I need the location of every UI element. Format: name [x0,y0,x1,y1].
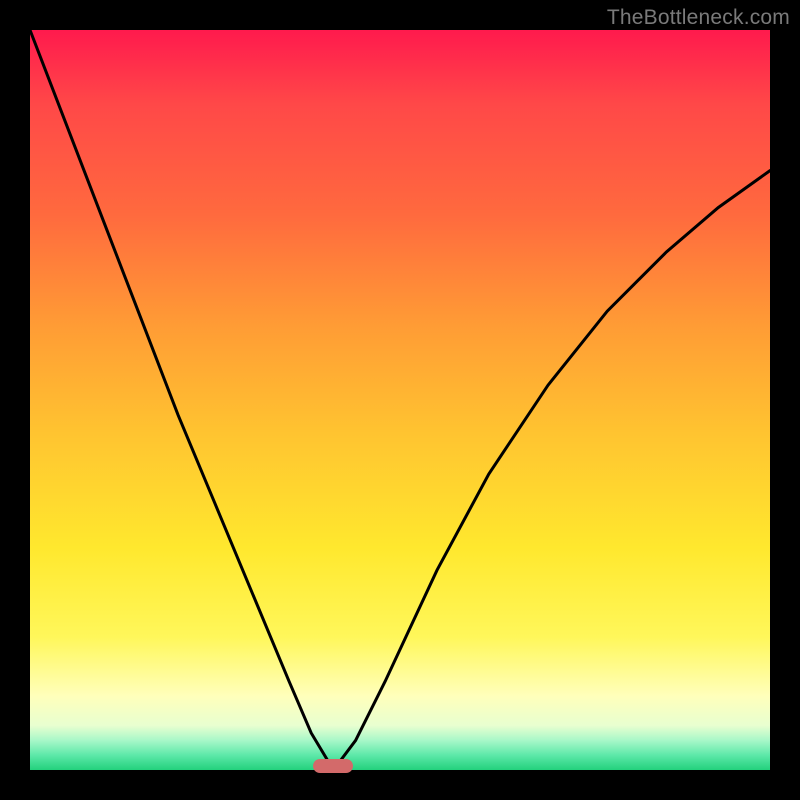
watermark-text: TheBottleneck.com [607,6,790,30]
curve-path [30,30,770,770]
chart-frame: TheBottleneck.com [0,0,800,800]
optimum-marker [313,759,353,773]
chart-plot-area [30,30,770,770]
bottleneck-curve [30,30,770,770]
